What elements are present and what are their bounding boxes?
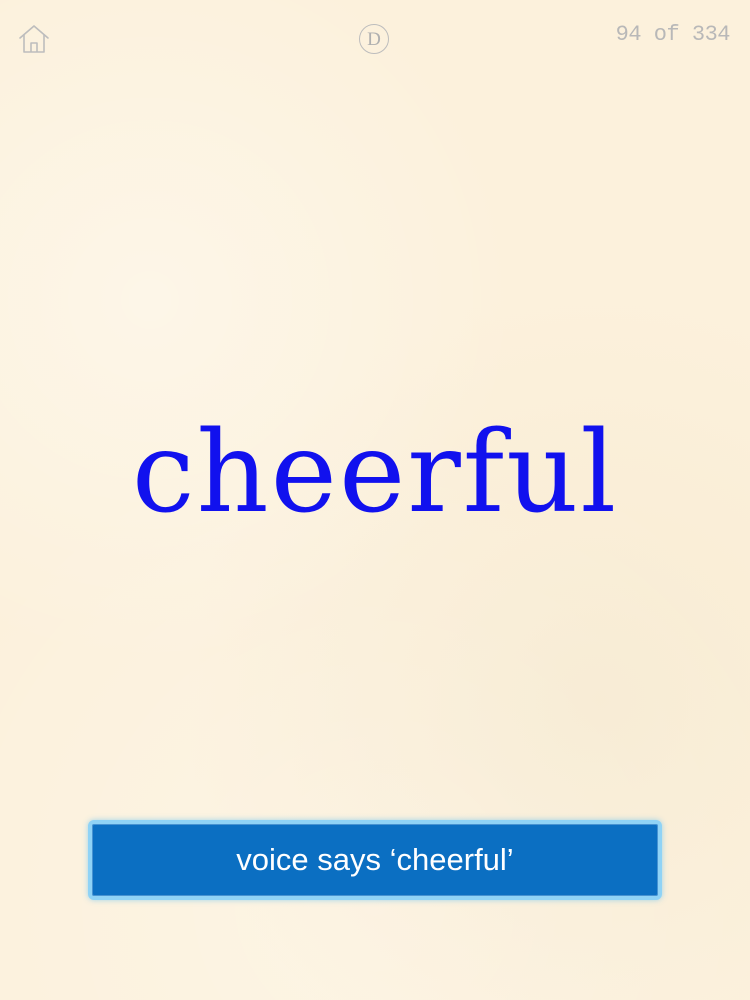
mode-d-button[interactable]: D <box>359 24 389 54</box>
home-button[interactable] <box>16 22 52 56</box>
flash-card-word: cheerful <box>131 408 619 538</box>
home-icon <box>19 25 49 53</box>
voice-button-label: voice says ‘cheerful’ <box>236 842 514 877</box>
page-counter: 94 of 334 <box>615 22 731 47</box>
mode-d-label: D <box>367 28 381 50</box>
voice-says-button[interactable]: voice says ‘cheerful’ <box>88 820 662 900</box>
